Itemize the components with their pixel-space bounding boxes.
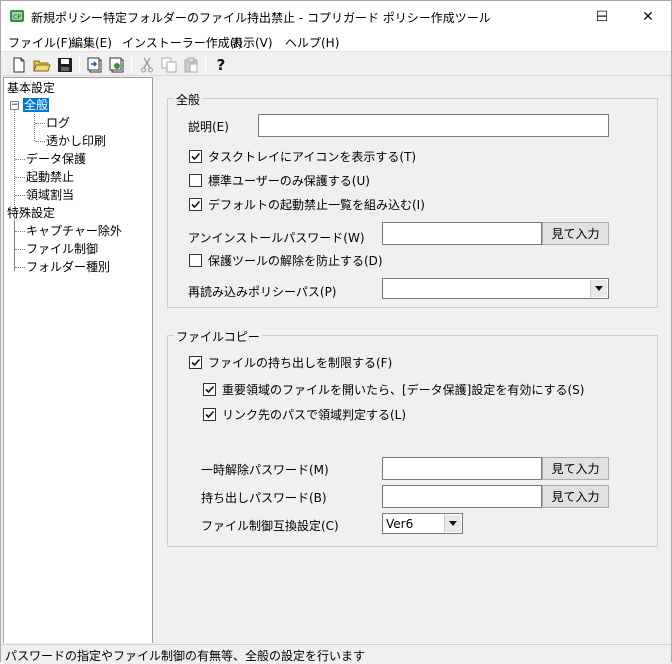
settings-panel: 全般 説明(E) タスクトレイにアイコンを表示する(T) 標準ユーザーのみ保護す… [155,77,671,643]
status-bar: パスワードの指定やファイル制御の有無等、全般の設定を行います [1,644,671,663]
settings-tree: 基本設定 − 全般 ログ 透かし印刷 データ保護 起動禁止 領域割当 特殊設定 … [3,77,153,643]
takeout-password-label: 持ち出しパスワード(B) [201,491,327,505]
status-text: パスワードの指定やファイル制御の有無等、全般の設定を行います [5,649,366,663]
prevent-unprotect-checkbox[interactable]: 保護ツールの解除を防止する(D) [189,252,383,269]
uninstall-view-input-button[interactable]: 見て入力 [542,222,609,245]
tree-node-general[interactable]: 全般 [23,97,50,113]
temp-release-password-input[interactable] [382,457,542,480]
menu-file[interactable]: ファイル(F) [8,34,72,51]
show-tray-icon-checkbox[interactable]: タスクトレイにアイコンを表示する(T) [189,148,416,165]
toolbar-separator [131,56,132,73]
close-button[interactable]: ✕ [625,1,671,32]
link-path-checkbox[interactable]: リンク先のパスで領域判定する(L) [203,406,406,423]
reload-policy-path-label: 再読み込みポリシーパス(P) [188,285,337,299]
toolbar-separator [79,56,80,73]
maximize-button[interactable]: ☐ [579,1,625,32]
chevron-down-icon[interactable] [444,515,461,532]
tree-node-capture-exclude[interactable]: キャプチャー除外 [26,223,122,239]
takeout-view-input-button[interactable]: 見て入力 [542,485,609,508]
cut-icon[interactable] [137,55,157,74]
description-label: 説明(E) [188,120,229,134]
tree-node-watermark-print[interactable]: 透かし印刷 [46,133,106,149]
tree-node-basic-settings[interactable]: 基本設定 [7,80,55,96]
file-copy-group: ファイルコピー ファイルの持ち出しを制限する(F) 重要領域のファイルを開いたら… [167,328,658,547]
general-group-title: 全般 [174,91,203,108]
tree-node-log[interactable]: ログ [46,115,70,131]
app-icon: CP [9,8,25,24]
copy-icon[interactable] [159,55,179,74]
tree-node-file-control[interactable]: ファイル制御 [26,241,98,257]
collapse-icon[interactable]: − [10,101,19,110]
window-title: 新規ポリシー特定フォルダーのファイル持出禁止 - コプリガード ポリシー作成ツー… [31,11,491,25]
temp-release-view-input-button[interactable]: 見て入力 [542,457,609,480]
open-folder-icon[interactable] [32,55,52,74]
uninstall-password-input[interactable] [382,222,542,245]
tree-node-folder-type[interactable]: フォルダー種別 [26,259,110,275]
menu-bar: ファイル(F) 編集(E) インストーラー作成(I) 表示(V) ヘルプ(H) [1,32,671,51]
maximize-icon: ☐ [595,8,609,25]
menu-view[interactable]: 表示(V) [231,34,273,51]
general-group: 全般 説明(E) タスクトレイにアイコンを表示する(T) 標準ユーザーのみ保護す… [167,91,658,308]
takeout-password-input[interactable] [382,485,542,508]
protect-standard-user-checkbox[interactable]: 標準ユーザーのみ保護する(U) [189,172,370,189]
menu-edit[interactable]: 編集(E) [71,34,112,51]
save-disk-icon[interactable] [55,55,75,74]
toolbar-separator [205,56,206,73]
menu-installer[interactable]: インストーラー作成(I) [122,34,243,51]
svg-text:?: ? [217,56,226,74]
tree-node-special-settings[interactable]: 特殊設定 [7,205,55,221]
file-control-compat-combo[interactable]: Ver6 [382,513,463,534]
paste-icon[interactable] [181,55,201,74]
description-input[interactable] [258,114,609,137]
svg-text:CP: CP [13,14,21,21]
new-document-icon[interactable] [9,55,29,74]
title-bar: CP 新規ポリシー特定フォルダーのファイル持出禁止 - コプリガード ポリシー作… [1,1,671,32]
close-icon: ✕ [642,8,654,25]
important-area-checkbox[interactable]: 重要領域のファイルを開いたら、[データ保護]設定を有効にする(S) [203,381,584,398]
file-copy-group-title: ファイルコピー [174,328,262,345]
temp-release-password-label: 一時解除パスワード(M) [201,463,329,477]
menu-help[interactable]: ヘルプ(H) [285,34,339,51]
tree-node-launch-block[interactable]: 起動禁止 [26,169,74,185]
export-icon[interactable] [85,55,105,74]
import-icon[interactable] [107,55,127,74]
toolbar: ? [1,51,671,76]
file-control-compat-label: ファイル制御互換設定(C) [201,519,339,533]
default-launch-block-checkbox[interactable]: デフォルトの起動禁止一覧を組み込む(I) [189,196,425,213]
uninstall-password-label: アンインストールパスワード(W) [188,231,365,245]
chevron-down-icon[interactable] [590,280,607,297]
restrict-takeout-checkbox[interactable]: ファイルの持ち出しを制限する(F) [189,354,392,371]
reload-policy-path-combo[interactable] [382,278,609,299]
application-window: CP 新規ポリシー特定フォルダーのファイル持出禁止 - コプリガード ポリシー作… [0,0,672,663]
help-icon[interactable]: ? [211,55,231,74]
tree-node-area-assign[interactable]: 領域割当 [26,187,74,203]
tree-node-data-protection[interactable]: データ保護 [26,151,86,167]
